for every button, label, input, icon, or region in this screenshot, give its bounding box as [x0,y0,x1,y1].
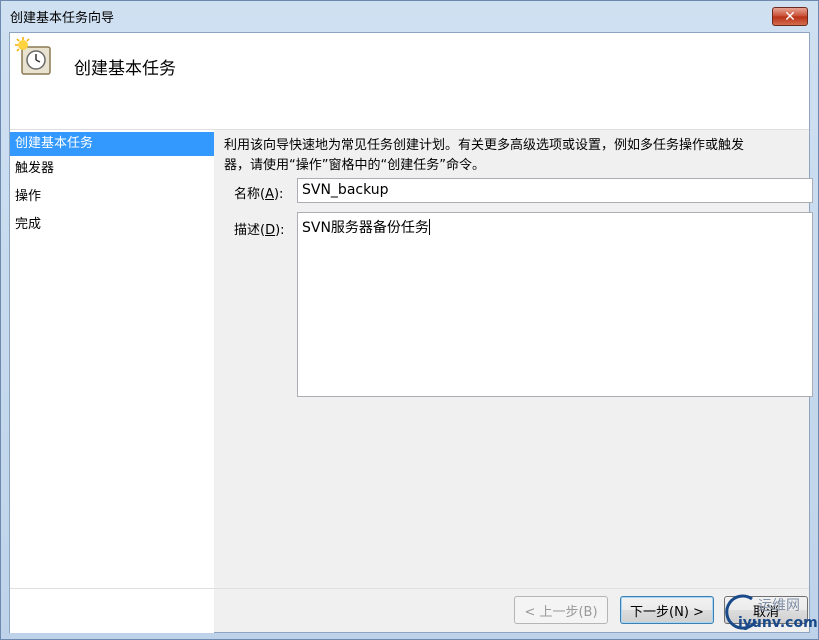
window-title: 创建基本任务向导 [10,11,115,26]
task-clock-icon [15,37,51,75]
nav-item-action[interactable]: 操作 [10,186,214,214]
description-text: SVN服务器备份任务 [302,220,429,236]
watermark-bottom-text: iyunv.com [738,615,818,631]
close-button[interactable]: ✕ [772,7,808,26]
intro-text: 利用该向导快速地为常见任务创建计划。有关更多高级选项或设置，例如多任务操作或触发… [224,136,804,176]
wizard-window: 创建基本任务向导 ✕ 创建基本任务 创建基本任务 触发器 操作 完成 利用该向导… [0,0,819,640]
intro-line-1: 利用该向导快速地为常见任务创建计划。有关更多高级选项或设置，例如多任务操作或触发 [224,138,745,153]
back-button[interactable]: < 上一步(B) [514,596,608,624]
wizard-header: 创建基本任务 [10,33,809,130]
nav-item-finish[interactable]: 完成 [10,214,214,242]
name-label: 名称(A): [234,187,284,202]
wizard-steps-nav: 创建基本任务 触发器 操作 完成 [10,130,214,633]
intro-line-2: 器，请使用“操作”窗格中的“创建任务”命令。 [224,158,485,173]
wizard-content: 利用该向导快速地为常见任务创建计划。有关更多高级选项或设置，例如多任务操作或触发… [220,130,813,590]
footer-divider [10,588,809,589]
wizard-client-area: 创建基本任务 创建基本任务 触发器 操作 完成 利用该向导快速地为常见任务创建计… [9,32,813,633]
watermark-logo: 运维网 iyunv.com [720,589,819,639]
nav-item-create-basic-task[interactable]: 创建基本任务 [10,132,214,156]
description-label: 描述(D): [234,223,285,238]
close-icon: ✕ [784,8,796,25]
text-caret [428,219,430,235]
nav-item-trigger[interactable]: 触发器 [10,158,214,186]
title-bar[interactable]: 创建基本任务向导 ✕ [1,1,818,32]
page-title: 创建基本任务 [74,59,176,79]
next-button[interactable]: 下一步(N) > [620,596,714,624]
name-field[interactable]: SVN_backup [297,178,813,203]
watermark-top-text: 运维网 [758,598,800,614]
description-field[interactable]: SVN服务器备份任务 [297,212,813,397]
